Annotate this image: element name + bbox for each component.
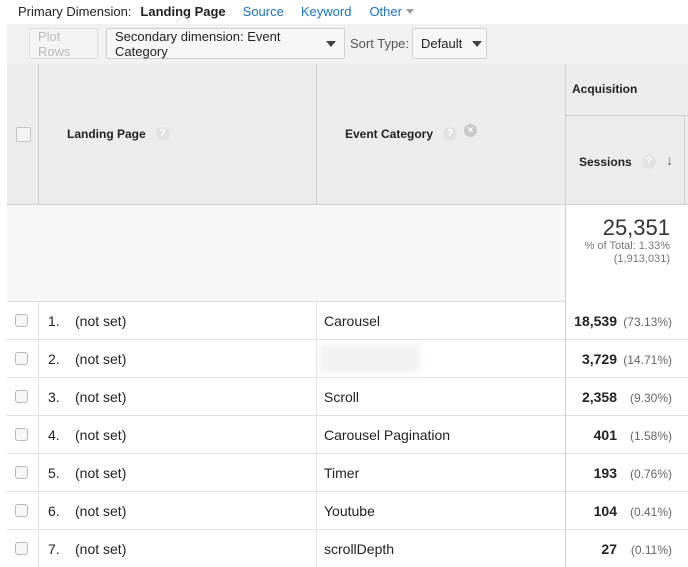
sessions-value: 18,539 [574, 313, 617, 329]
dimension-other-dropdown[interactable]: Other [369, 4, 414, 19]
header-sessions[interactable]: Sessions? [579, 155, 656, 169]
table-header: Landing Page? Event Category? × Acquisiti… [7, 64, 688, 205]
table-row: 1. (not set) Carousel 18,539 (73.13%) [7, 302, 688, 340]
total-sessions-value: 25,351 [602, 215, 670, 240]
remove-dimension-icon[interactable]: × [464, 123, 478, 137]
table-row: 5. (not set) Timer 193 (0.76%) [7, 454, 688, 492]
column-divider [316, 64, 317, 205]
help-icon[interactable]: ? [155, 127, 170, 141]
table-row: 2. (not set) 3,729 (14.71%) [7, 340, 688, 378]
column-divider [316, 302, 317, 567]
sessions-value: 104 [593, 503, 617, 519]
row-checkbox[interactable] [15, 428, 28, 441]
sessions-percent: (0.41%) [629, 505, 672, 519]
landing-page-cell[interactable]: (not set) [75, 313, 126, 329]
landing-page-cell[interactable]: (not set) [75, 503, 126, 519]
event-category-cell: Youtube [324, 503, 375, 519]
sessions-percent: (0.76%) [629, 467, 672, 481]
landing-page-cell[interactable]: (not set) [75, 389, 126, 405]
sort-descending-icon[interactable]: ↓ [666, 152, 673, 168]
landing-page-cell[interactable]: (not set) [75, 465, 126, 481]
plot-rows-button[interactable]: Plot Rows [29, 28, 98, 59]
event-category-cell: Scroll [324, 389, 360, 405]
table-row: 4. (not set) Carousel Pagination 401 (1.58%) [7, 416, 688, 454]
chevron-down-icon [326, 40, 336, 47]
sessions-value: 2,358 [581, 389, 617, 405]
row-number: 4. [48, 427, 60, 443]
chevron-down-icon [472, 40, 483, 47]
column-divider [38, 302, 39, 567]
row-number: 3. [48, 389, 60, 405]
dimension-landing-page[interactable]: Landing Page [140, 4, 226, 29]
sessions-value: 3,729 [581, 351, 617, 367]
table-row: 7. (not set) scrollDepth 27 (0.11%) [7, 530, 688, 567]
row-number: 7. [48, 541, 60, 557]
redacted-cell [320, 345, 420, 373]
landing-page-cell[interactable]: (not set) [75, 427, 126, 443]
secondary-dimension-dropdown[interactable]: Secondary dimension: Event Category [106, 28, 345, 59]
landing-page-cell[interactable]: (not set) [75, 351, 126, 367]
column-divider [565, 64, 566, 205]
primary-dimension-bar: Primary Dimension: Landing Page Source K… [0, 0, 688, 29]
row-checkbox[interactable] [15, 314, 28, 327]
select-all-checkbox[interactable] [16, 127, 31, 142]
help-icon[interactable]: ? [641, 155, 656, 169]
row-checkbox[interactable] [15, 542, 28, 555]
table-row: 6. (not set) Youtube 104 (0.41%) [7, 492, 688, 530]
row-number: 1. [48, 313, 60, 329]
header-acquisition-group: Acquisition [572, 82, 638, 96]
row-checkbox[interactable] [15, 390, 28, 403]
sessions-percent: (73.13%) [623, 315, 672, 329]
landing-page-cell[interactable]: (not set) [75, 541, 126, 557]
header-event-category[interactable]: Event Category? × [345, 123, 478, 141]
sessions-value: 401 [593, 427, 617, 443]
header-divider [565, 115, 688, 116]
sessions-value: 193 [593, 465, 617, 481]
total-sessions-percent: % of Total: 1.33% (1,913,031) [584, 240, 670, 265]
chevron-down-icon [405, 8, 414, 14]
event-category-cell: scrollDepth [324, 541, 395, 557]
dimension-keyword-link[interactable]: Keyword [301, 4, 352, 19]
sessions-percent: (0.11%) [630, 543, 672, 557]
row-number: 2. [48, 351, 60, 367]
event-category-cell: Carousel Pagination [324, 427, 451, 443]
column-divider [565, 205, 566, 567]
totals-sessions-cell: 25,351 % of Total: 1.33% (1,913,031) [566, 205, 688, 302]
column-divider [38, 64, 39, 205]
row-checkbox[interactable] [15, 352, 28, 365]
table-toolbar: Plot Rows Secondary dimension: Event Cat… [7, 24, 688, 64]
row-checkbox[interactable] [15, 466, 28, 479]
table-row: 3. (not set) Scroll 2,358 (9.30%) [7, 378, 688, 416]
totals-row: 25,351 % of Total: 1.33% (1,913,031) [7, 205, 688, 302]
sort-type-dropdown[interactable]: Default [412, 28, 487, 59]
column-divider [684, 116, 685, 205]
sort-type-label: Sort Type: [350, 36, 410, 51]
header-landing-page[interactable]: Landing Page? [67, 127, 170, 141]
help-icon[interactable]: ? [443, 127, 458, 141]
sessions-value: 27 [601, 541, 617, 557]
event-category-cell: Carousel [324, 313, 381, 329]
row-number: 6. [48, 503, 60, 519]
sessions-percent: (14.71%) [623, 353, 672, 367]
sessions-percent: (9.30%) [629, 391, 672, 405]
row-checkbox[interactable] [15, 504, 28, 517]
row-number: 5. [48, 465, 60, 481]
sessions-percent: (1.58%) [629, 429, 672, 443]
primary-dimension-label: Primary Dimension: [18, 3, 132, 19]
dimension-source-link[interactable]: Source [243, 4, 284, 19]
event-category-cell: Timer [324, 465, 360, 481]
